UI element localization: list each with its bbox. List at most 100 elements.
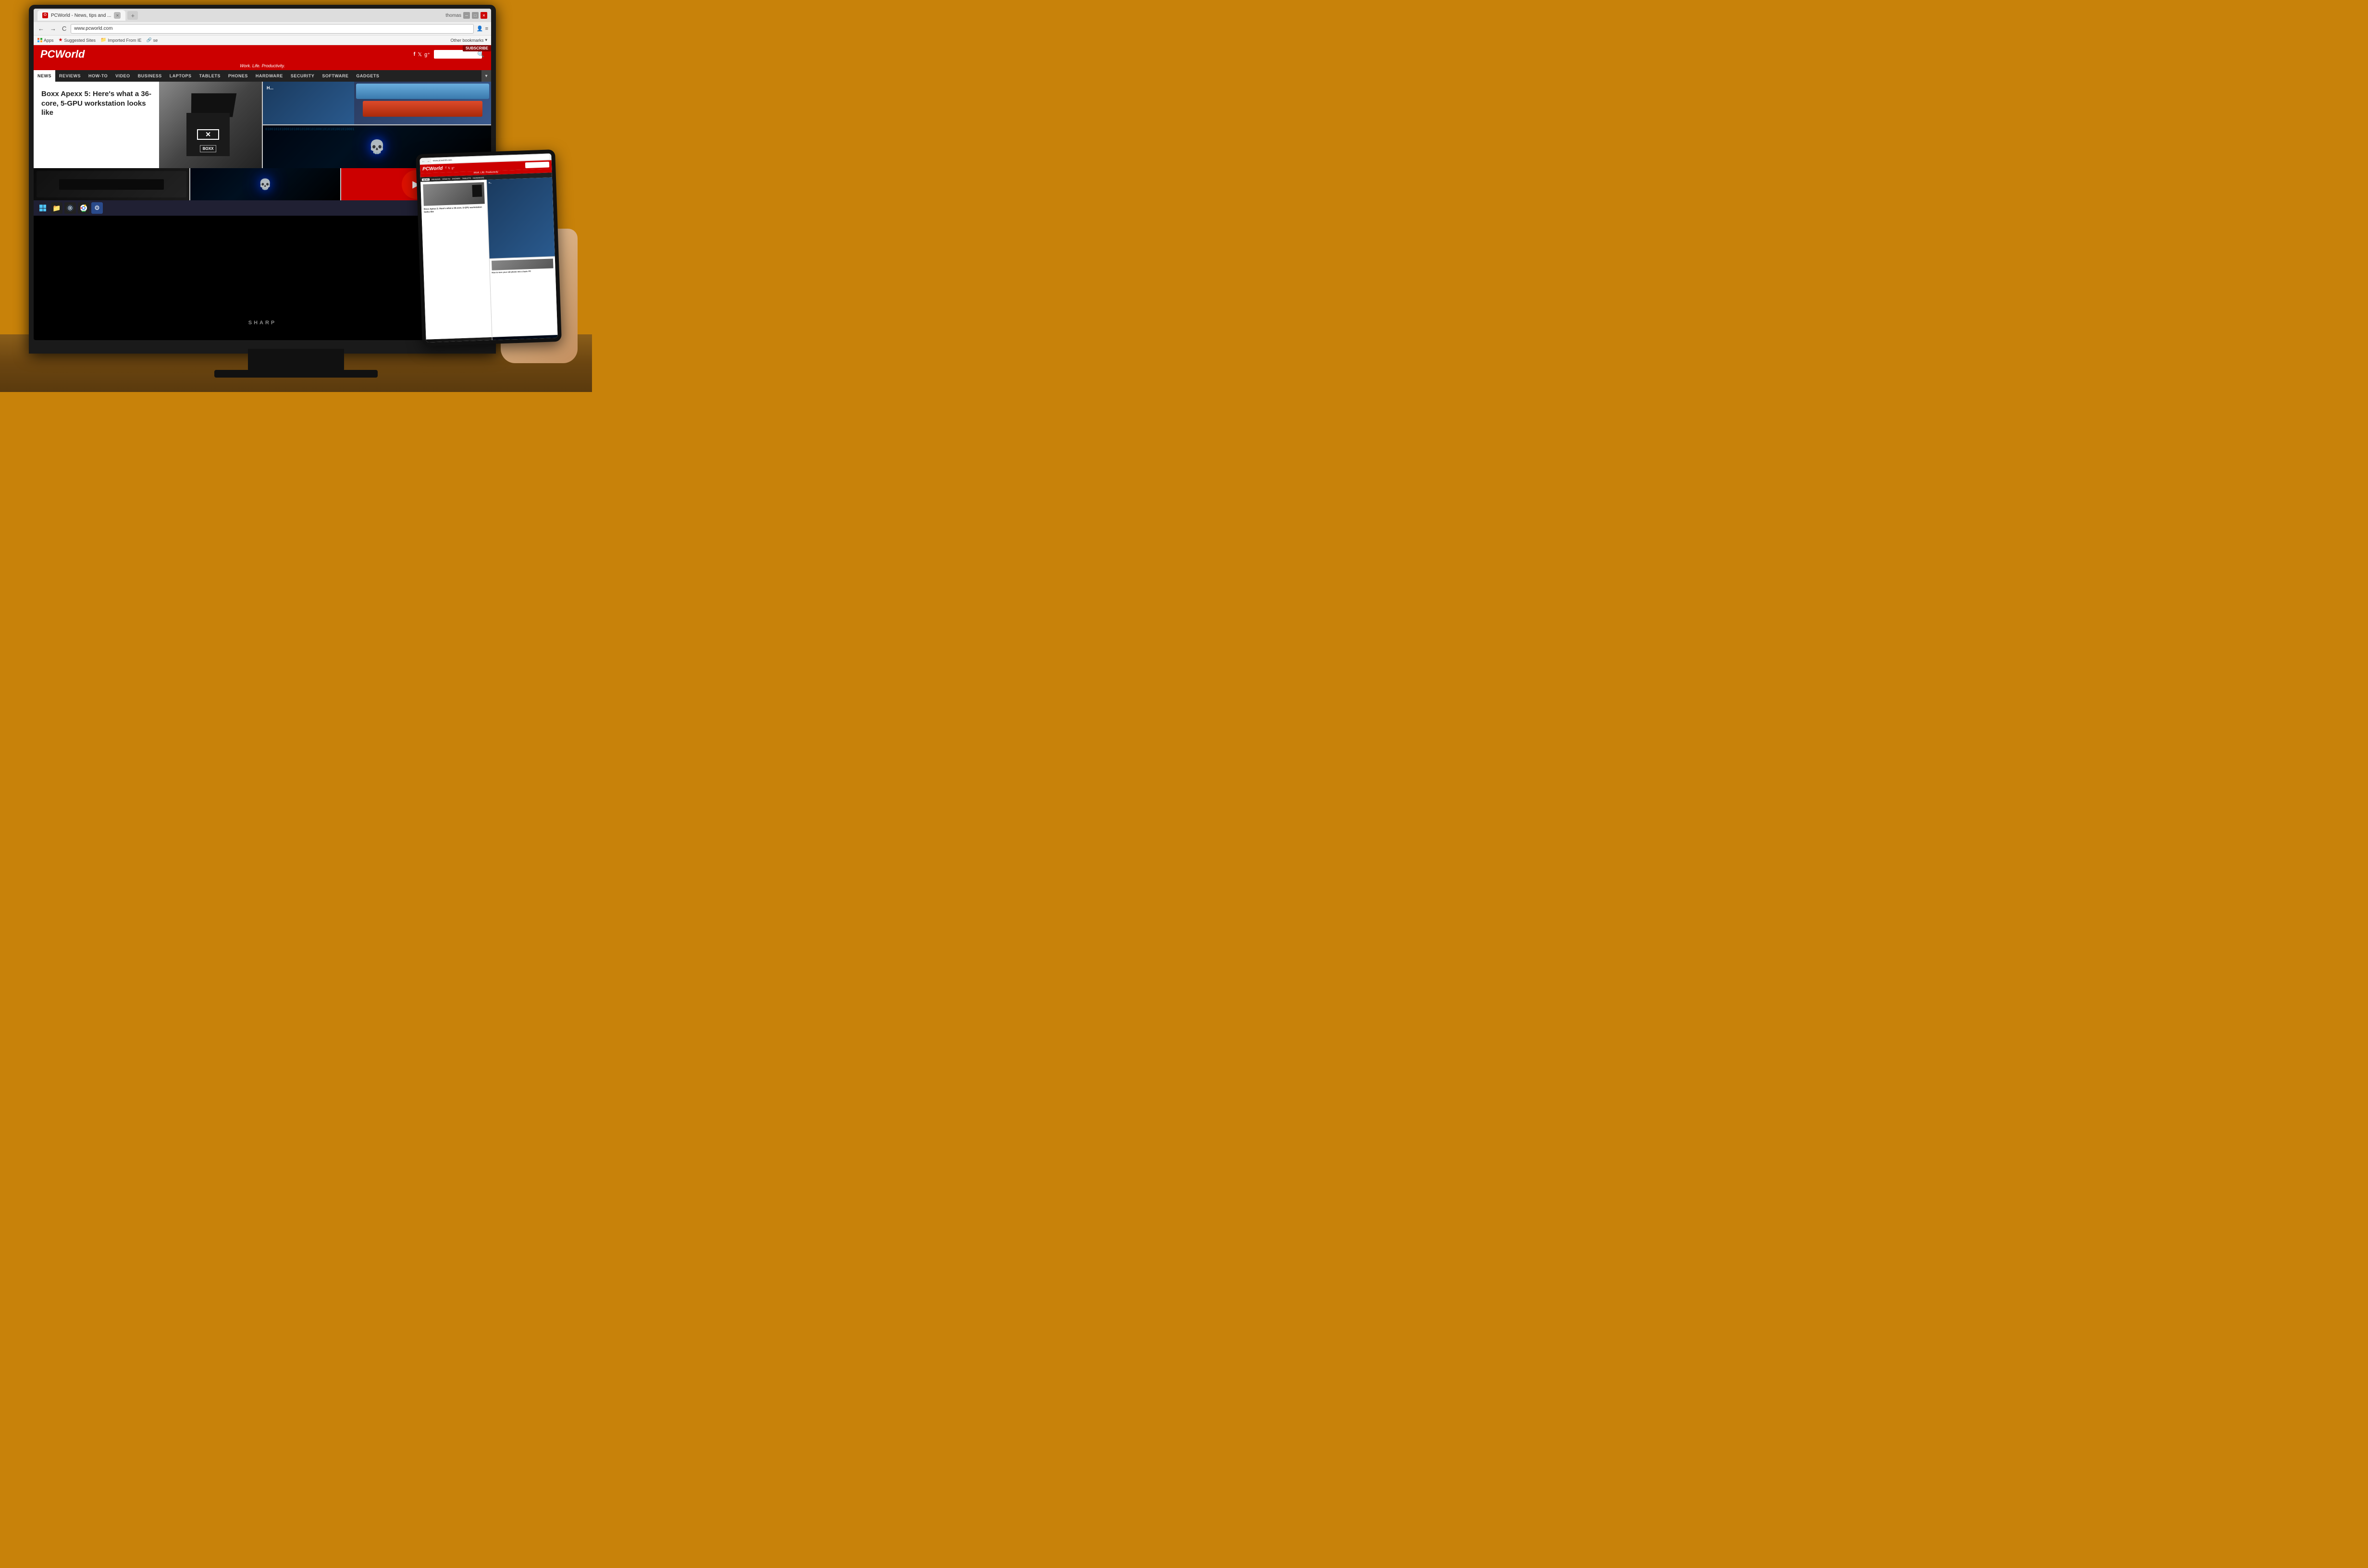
refresh-button[interactable]: C [61, 24, 68, 33]
nav-tablets[interactable]: TABLETS [196, 70, 224, 82]
side-article-1[interactable]: H... [263, 82, 491, 124]
twitter-icon[interactable]: 𝕏 [418, 51, 422, 58]
nav-laptops[interactable]: LAPTOPS [166, 70, 196, 82]
pcworld-nav: NEWS REVIEWS HOW-TO VIDEO BUSINESS LAPTO… [34, 70, 491, 82]
main-article[interactable]: Boxx Apexx 5: Here's what a 36-core, 5-G… [34, 82, 262, 168]
apps-grid-icon [37, 38, 42, 43]
browser-toolbar: ← → C www.pcworld.com 👤 ≡ [34, 22, 491, 36]
pcworld-tagline: Work. Life. Productivity. [34, 63, 491, 70]
bookmark-imported[interactable]: 📁 Imported From IE [100, 37, 141, 43]
address-bar[interactable]: www.pcworld.com [71, 24, 473, 34]
steam-icon [66, 204, 74, 212]
bookmark-apps[interactable]: Apps [37, 38, 54, 43]
nav-dropdown-btn[interactable]: ▾ [481, 70, 491, 82]
bookmarks-bar: Apps ★ Suggested Sites 📁 Imported From I… [34, 36, 491, 45]
nav-hardware[interactable]: HARDWARE [252, 70, 287, 82]
bookmark-se-label: se [153, 38, 158, 43]
window-close-btn[interactable]: ✕ [481, 12, 487, 19]
bookmark-suggested-label: Suggested Sites [64, 38, 96, 43]
toolbar-icons: 👤 ≡ [477, 25, 488, 32]
bookmark-suggested[interactable]: ★ Suggested Sites [59, 37, 96, 43]
tablet-fwd-btn[interactable]: → [426, 159, 430, 163]
tablet-side-art-2[interactable]: How to turn your old phone into a basic … [489, 257, 557, 337]
tab-favicon: ⏻ [42, 12, 48, 18]
tv-stand-base [214, 370, 378, 378]
window-maximize-btn[interactable]: □ [472, 12, 479, 19]
tablet-howto-img [491, 258, 553, 270]
folder-taskbar-icon: 📁 [52, 204, 61, 212]
bookmark-apps-label: Apps [44, 38, 54, 43]
tablet-nav-howto[interactable]: HOW-TO [442, 177, 450, 180]
tablet-nav-tablets[interactable]: TABLETS [462, 177, 471, 180]
main-article-image: ✕ BOXX BOXX [159, 82, 262, 168]
tablet-main-headline: Boxx Apexx 5: Here's what a 36-core, 5-G… [424, 206, 485, 213]
skull-icon: 💀 [369, 139, 385, 155]
main-article-headline: Boxx Apexx 5: Here's what a 36-core, 5-G… [41, 89, 159, 118]
nav-security[interactable]: SECURITY [287, 70, 319, 82]
tablet-pcworld-logo: PCWorld [422, 166, 443, 172]
tablet-side-art-1[interactable]: H... [487, 177, 555, 258]
bottom-article-1[interactable] [34, 168, 189, 200]
bookmark-se-icon: 🔗 [147, 37, 152, 43]
tablet-nav-reviews[interactable]: REVIEWS [432, 178, 441, 181]
nav-howto[interactable]: HOW-TO [85, 70, 111, 82]
other-bookmarks[interactable]: Other bookmarks ▾ [450, 37, 487, 43]
tablet-content: Boxx Apexx 5: Here's what a 36-core, 5-G… [420, 177, 557, 339]
taskbar-settings[interactable]: ⚙ [91, 202, 103, 214]
nav-gadgets[interactable]: GADGETS [352, 70, 383, 82]
tablet-nav-news[interactable]: NEWS [422, 178, 430, 181]
taskbar-chrome[interactable] [78, 202, 89, 214]
windows-start-button[interactable] [37, 202, 49, 214]
googleplus-icon[interactable]: g⁺ [424, 51, 430, 58]
forward-button[interactable]: → [49, 24, 58, 33]
star-icon: ★ [59, 37, 63, 43]
nav-business[interactable]: BUSINESS [134, 70, 166, 82]
tv-stand [248, 349, 344, 373]
bookmark-imported-label: Imported From IE [108, 38, 141, 43]
nav-news[interactable]: NEWS [34, 70, 55, 82]
tablet-fb-icon: f [445, 166, 446, 170]
back-button[interactable]: ← [37, 24, 46, 33]
tablet-social-icons: f 𝕏 g⁺ [445, 166, 455, 170]
window-minimize-btn[interactable]: ─ [463, 12, 470, 19]
folder-icon: 📁 [100, 37, 106, 43]
new-tab-button[interactable]: + [127, 11, 138, 20]
tablet-search-bar[interactable] [525, 161, 549, 168]
tab-close-btn[interactable]: ✕ [114, 12, 121, 19]
browser-chrome: ⏻ PCWorld - News, tips and ... ✕ + thoma… [34, 9, 491, 45]
tablet-main-article[interactable]: Boxx Apexx 5: Here's what a 36-core, 5-G… [420, 180, 492, 340]
bottom-matrix-overlay: 💀 [190, 168, 340, 200]
pcworld-subscribe-btn[interactable]: SUBSCRIBE [463, 45, 491, 51]
pcworld-header: SUBSCRIBE PCWorld f 𝕏 g⁺ 🔍 [34, 45, 491, 63]
tablet-container: ← → www.pcworld.com PCWorld f 𝕏 g⁺ Work.… [419, 147, 573, 354]
nav-software[interactable]: SOFTWARE [318, 70, 352, 82]
other-bookmarks-label: Other bookmarks [450, 38, 483, 43]
nav-reviews[interactable]: REVIEWS [55, 70, 85, 82]
tablet-back-btn[interactable]: ← [422, 159, 425, 163]
nav-video[interactable]: VIDEO [111, 70, 134, 82]
bookmark-se[interactable]: 🔗 se [147, 37, 158, 43]
search-icon: 🔍 [477, 51, 484, 58]
taskbar-file-explorer[interactable]: 📁 [51, 202, 62, 214]
tablet-device[interactable]: ← → www.pcworld.com PCWorld f 𝕏 g⁺ Work.… [416, 149, 562, 346]
menu-icon[interactable]: ≡ [485, 26, 488, 32]
tablet-nav-hardware[interactable]: HARDWARE [473, 176, 484, 179]
tab-title: PCWorld - News, tips and ... [51, 13, 111, 18]
matrix-text: 0100101010001010010100101000101010100101… [265, 128, 489, 132]
pcworld-logo[interactable]: PCWorld [40, 48, 85, 61]
tablet-nav-phones[interactable]: PHONES [452, 177, 460, 180]
title-bar-right: thomas ─ □ ✕ [445, 12, 487, 19]
tablet-side-articles: H... How to turn your old phone into a b… [487, 177, 558, 337]
user-name: thomas [445, 13, 461, 18]
taskbar-steam[interactable] [64, 202, 76, 214]
bottom-article-2[interactable]: 💀 [190, 168, 340, 200]
tablet-tw-icon: 𝕏 [448, 166, 450, 170]
nav-phones[interactable]: PHONES [224, 70, 252, 82]
browser-tab[interactable]: ⏻ PCWorld - News, tips and ... ✕ [37, 10, 125, 21]
tablet-screen: ← → www.pcworld.com PCWorld f 𝕏 g⁺ Work.… [419, 153, 557, 342]
tablet-gplus-icon: g⁺ [452, 166, 455, 170]
chevron-down-icon: ▾ [485, 37, 487, 43]
facebook-icon[interactable]: f [414, 51, 416, 58]
bottom-skull-icon: 💀 [259, 178, 271, 191]
user-icon[interactable]: 👤 [477, 25, 483, 32]
